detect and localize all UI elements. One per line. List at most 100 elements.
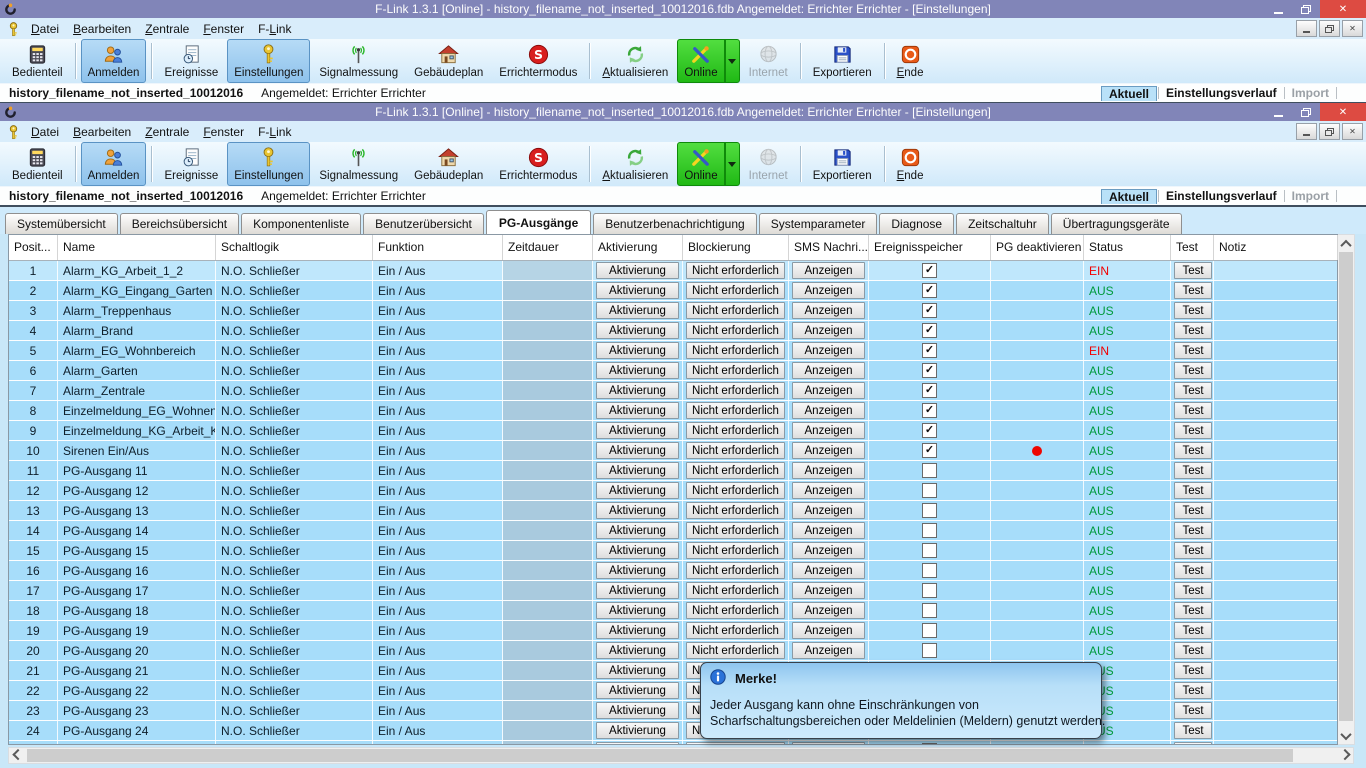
aktivierung-button[interactable]: Aktivierung — [596, 702, 679, 719]
aktivierung-button[interactable]: Aktivierung — [596, 582, 679, 599]
blockierung-button[interactable]: Nicht erforderlich — [686, 462, 785, 479]
toolbar-button-bedienteil[interactable]: Bedienteil — [5, 39, 70, 83]
ereignisspeicher-checkbox[interactable]: ✓ — [922, 303, 937, 318]
view-tab-einstellungsverlauf[interactable]: Einstellungsverlauf — [1160, 189, 1283, 203]
test-button[interactable]: Test — [1174, 582, 1212, 599]
tab-diagnose[interactable]: Diagnose — [879, 213, 954, 234]
blockierung-button[interactable]: Nicht erforderlich — [686, 522, 785, 539]
tab-komponentenliste[interactable]: Komponentenliste — [241, 213, 361, 234]
tab-bereichsuebersicht[interactable]: Bereichsübersicht — [120, 213, 239, 234]
test-button[interactable]: Test — [1174, 602, 1212, 619]
aktivierung-button[interactable]: Aktivierung — [596, 262, 679, 279]
menu-datei[interactable]: Datei — [24, 123, 66, 141]
mdi-restore-button[interactable] — [1319, 20, 1340, 37]
tab-systemuebersicht[interactable]: Systemübersicht — [5, 213, 118, 234]
ereignisspeicher-checkbox[interactable] — [922, 603, 937, 618]
tab-benutzerbenachrichtigung[interactable]: Benutzerbenachrichtigung — [593, 213, 756, 234]
aktivierung-button[interactable]: Aktivierung — [596, 442, 679, 459]
view-tab-import[interactable]: Import — [1286, 86, 1335, 100]
test-button[interactable]: Test — [1174, 462, 1212, 479]
mdi-close-button[interactable]: ✕ — [1342, 123, 1363, 140]
column-header-pg-deaktivieren[interactable]: PG deaktivieren — [991, 235, 1084, 260]
view-tab-aktuell[interactable]: Aktuell — [1101, 189, 1157, 204]
aktivierung-button[interactable]: Aktivierung — [596, 682, 679, 699]
test-button[interactable]: Test — [1174, 542, 1212, 559]
scroll-left-button[interactable] — [9, 748, 26, 763]
test-button[interactable]: Test — [1174, 502, 1212, 519]
aktivierung-button[interactable]: Aktivierung — [596, 282, 679, 299]
toolbar-button-online[interactable]: Online — [677, 142, 724, 186]
column-header-name[interactable]: Name — [58, 235, 216, 260]
toolbar-button-online[interactable]: Online — [677, 39, 724, 83]
online-dropdown-button[interactable] — [725, 142, 740, 186]
test-button[interactable]: Test — [1174, 682, 1212, 699]
ereignisspeicher-checkbox[interactable]: ✓ — [922, 363, 937, 378]
sms-nachricht-button[interactable]: Anzeigen — [792, 462, 865, 479]
ereignisspeicher-checkbox[interactable] — [922, 583, 937, 598]
ereignisspeicher-checkbox[interactable]: ✓ — [922, 323, 937, 338]
view-tab-aktuell[interactable]: Aktuell — [1101, 86, 1157, 101]
ereignisspeicher-checkbox[interactable] — [922, 463, 937, 478]
test-button[interactable]: Test — [1174, 402, 1212, 419]
test-button[interactable]: Test — [1174, 482, 1212, 499]
ereignisspeicher-checkbox[interactable]: ✓ — [922, 403, 937, 418]
test-button[interactable]: Test — [1174, 422, 1212, 439]
test-button[interactable]: Test — [1174, 642, 1212, 659]
ereignisspeicher-checkbox[interactable]: ✓ — [922, 443, 937, 458]
sms-nachricht-button[interactable]: Anzeigen — [792, 382, 865, 399]
toolbar-button-einstellungen[interactable]: Einstellungen — [227, 39, 310, 83]
column-header-posit[interactable]: Posit... — [9, 235, 58, 260]
sms-nachricht-button[interactable]: Anzeigen — [792, 342, 865, 359]
toolbar-button-ereignisse[interactable]: Ereignisse — [157, 142, 225, 186]
restore-button[interactable] — [1292, 0, 1320, 18]
ereignisspeicher-checkbox[interactable]: ✓ — [922, 263, 937, 278]
toolbar-button-errichtermodus[interactable]: SErrichtermodus — [492, 39, 584, 83]
blockierung-button[interactable]: Nicht erforderlich — [686, 502, 785, 519]
blockierung-button[interactable]: Nicht erforderlich — [686, 382, 785, 399]
test-button[interactable]: Test — [1174, 522, 1212, 539]
aktivierung-button[interactable]: Aktivierung — [596, 502, 679, 519]
test-button[interactable]: Test — [1174, 722, 1212, 739]
aktivierung-button[interactable]: Aktivierung — [596, 482, 679, 499]
ereignisspeicher-checkbox[interactable]: ✓ — [922, 343, 937, 358]
blockierung-button[interactable]: Nicht erforderlich — [686, 442, 785, 459]
aktivierung-button[interactable]: Aktivierung — [596, 462, 679, 479]
tab-pg-ausgaenge[interactable]: PG-Ausgänge — [486, 210, 591, 234]
aktivierung-button[interactable]: Aktivierung — [596, 342, 679, 359]
toolbar-button-bedienteil[interactable]: Bedienteil — [5, 142, 70, 186]
ereignisspeicher-checkbox[interactable] — [922, 743, 937, 744]
blockierung-button[interactable]: Nicht erforderlich — [686, 262, 785, 279]
sms-nachricht-button[interactable]: Anzeigen — [792, 402, 865, 419]
test-button[interactable]: Test — [1174, 742, 1212, 744]
test-button[interactable]: Test — [1174, 382, 1212, 399]
tab-zeitschaltuhr[interactable]: Zeitschaltuhr — [956, 213, 1049, 234]
sms-nachricht-button[interactable]: Anzeigen — [792, 442, 865, 459]
test-button[interactable]: Test — [1174, 702, 1212, 719]
sms-nachricht-button[interactable]: Anzeigen — [792, 642, 865, 659]
menu-f-link[interactable]: F-Link — [251, 123, 298, 141]
aktivierung-button[interactable]: Aktivierung — [596, 362, 679, 379]
blockierung-button[interactable]: Nicht erforderlich — [686, 482, 785, 499]
toolbar-button-gebaeudeplan[interactable]: Gebäudeplan — [407, 39, 490, 83]
tab-systemparameter[interactable]: Systemparameter — [759, 213, 878, 234]
scroll-right-button[interactable] — [1336, 748, 1353, 763]
tab-uebertragungsgeraete[interactable]: Übertragungsgeräte — [1051, 213, 1182, 234]
minimize-button[interactable] — [1264, 0, 1292, 18]
ereignisspeicher-checkbox[interactable] — [922, 623, 937, 638]
ereignisspeicher-checkbox[interactable]: ✓ — [922, 283, 937, 298]
blockierung-button[interactable]: Nicht erforderlich — [686, 422, 785, 439]
mdi-restore-button[interactable] — [1319, 123, 1340, 140]
close-button[interactable]: ✕ — [1320, 0, 1366, 18]
aktivierung-button[interactable]: Aktivierung — [596, 382, 679, 399]
sms-nachricht-button[interactable]: Anzeigen — [792, 622, 865, 639]
online-dropdown-button[interactable] — [725, 39, 740, 83]
test-button[interactable]: Test — [1174, 322, 1212, 339]
toolbar-button-signalmessung[interactable]: Signalmessung — [312, 142, 405, 186]
sms-nachricht-button[interactable]: Anzeigen — [792, 482, 865, 499]
toolbar-button-anmelden[interactable]: Anmelden — [81, 142, 147, 186]
menu-bearbeiten[interactable]: Bearbeiten — [66, 123, 138, 141]
aktivierung-button[interactable]: Aktivierung — [596, 562, 679, 579]
ereignisspeicher-checkbox[interactable] — [922, 643, 937, 658]
menu-f-link[interactable]: F-Link — [251, 20, 298, 38]
blockierung-button[interactable]: Nicht erforderlich — [686, 642, 785, 659]
